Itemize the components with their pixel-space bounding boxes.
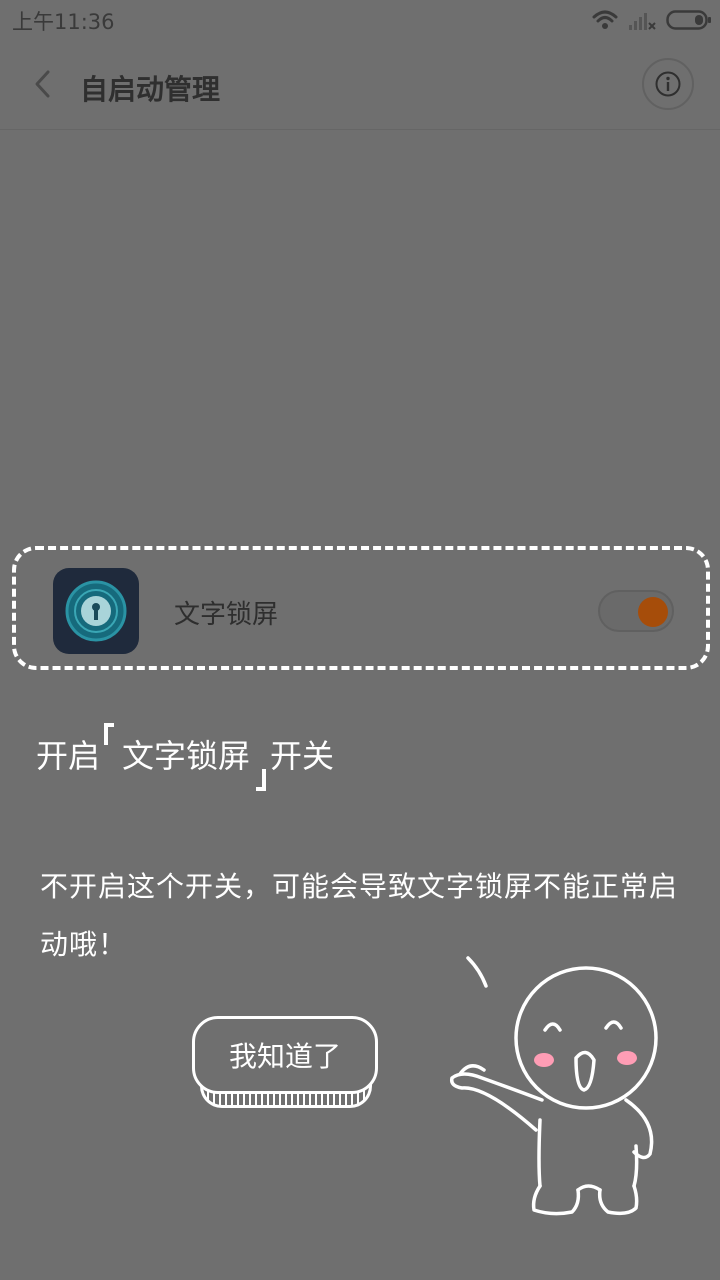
page-title: 自启动管理 — [80, 73, 221, 106]
got-it-button-label: 我知道了 — [192, 1016, 378, 1094]
lock-keyhole-icon — [65, 580, 127, 642]
toggle-knob — [638, 597, 668, 627]
app-icon — [53, 568, 139, 654]
instruction-title-suffix: 开关 — [270, 737, 335, 775]
chevron-left-icon — [35, 70, 50, 98]
signal-icon — [629, 13, 656, 30]
status-icons — [592, 7, 712, 33]
instruction-title-app: 文字锁屏 — [104, 723, 267, 791]
corner-bracket-close — [256, 769, 267, 791]
battery-icon — [666, 10, 711, 30]
instruction-title-app-name: 文字锁屏 — [122, 737, 251, 775]
app-row-highlight: 文字锁屏 — [12, 546, 710, 670]
corner-bracket-open — [104, 723, 115, 745]
info-icon — [655, 71, 681, 97]
instruction-title: 开启 文字锁屏 开关 — [36, 723, 335, 791]
instruction-title-prefix: 开启 — [36, 737, 101, 775]
back-button[interactable] — [20, 62, 64, 106]
screen: 上午11:36 自启动管理 文字锁屏 开启 文字锁屏 开关 不开启这个开关，可能… — [0, 0, 720, 1280]
autostart-toggle[interactable] — [598, 590, 674, 632]
mascot-illustration — [449, 956, 658, 1216]
app-name: 文字锁屏 — [174, 600, 279, 630]
header: 自启动管理 — [0, 40, 720, 130]
wifi-icon — [592, 10, 618, 29]
status-bar: 上午11:36 — [0, 0, 720, 40]
status-time: 上午11:36 — [12, 10, 115, 34]
got-it-button[interactable]: 我知道了 — [192, 1016, 378, 1108]
info-button[interactable] — [642, 58, 694, 110]
